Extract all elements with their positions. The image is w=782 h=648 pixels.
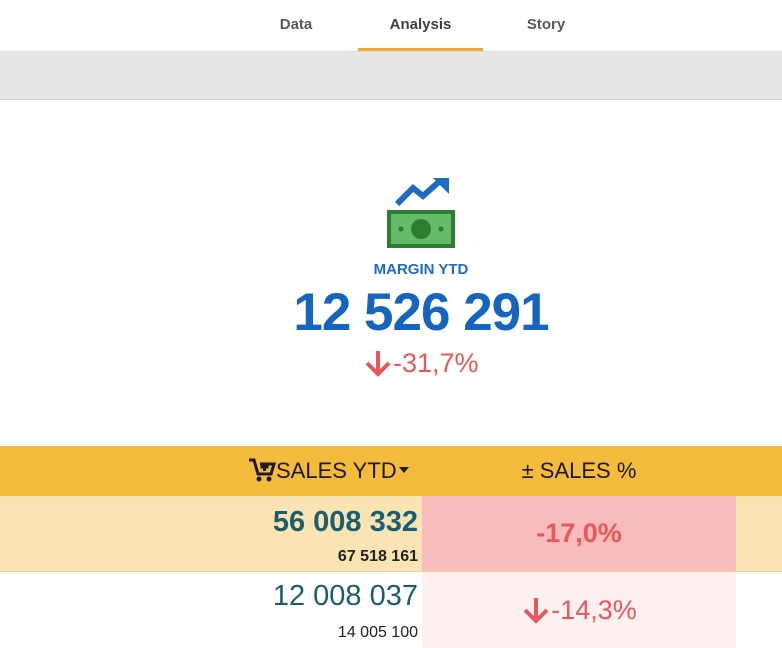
cart-icon xyxy=(249,458,277,482)
tab-data[interactable]: Data xyxy=(258,0,334,51)
sales-pct-value: -17,0% xyxy=(536,518,622,548)
header-sales-label: SALES YTD xyxy=(276,458,397,483)
sales-pct-cell: -17,0% xyxy=(422,496,736,571)
sales-pct-cell: -14,3% xyxy=(422,572,736,648)
toolbar-strip xyxy=(0,52,782,100)
sales-value: 56 008 332 xyxy=(272,506,418,538)
top-tab-bar: Data Analysis Story xyxy=(0,0,782,52)
kpi-delta-text: -31,7% xyxy=(393,348,479,378)
arrow-down-icon xyxy=(523,597,549,624)
money-growth-icon xyxy=(387,177,455,248)
arrow-down-icon xyxy=(365,350,391,377)
table-row[interactable]: 12 008 037 14 005 100 -14,3% xyxy=(0,572,782,648)
tab-analysis[interactable]: Analysis xyxy=(358,0,483,51)
sales-value: 12 008 037 xyxy=(272,580,418,612)
kpi-title: MARGIN YTD xyxy=(373,261,469,278)
sales-prev-value: 67 518 161 xyxy=(337,548,418,565)
sales-pct-value: -14,3% xyxy=(521,595,637,625)
sales-prev-value: 14 005 100 xyxy=(337,624,418,641)
header-sales-pct[interactable]: ± SALES % xyxy=(422,446,736,496)
sales-pct-text: -14,3% xyxy=(551,595,637,625)
kpi-delta: -31,7% xyxy=(363,348,479,384)
table-header: SALES YTD ± SALES % xyxy=(0,446,782,496)
kpi-value: 12 526 291 xyxy=(293,283,549,342)
tab-story[interactable]: Story xyxy=(506,0,586,51)
table-row[interactable]: 56 008 332 67 518 161 -17,0% xyxy=(0,496,782,572)
header-sales-ytd[interactable]: SALES YTD xyxy=(248,446,411,496)
sort-desc-icon[interactable] xyxy=(397,465,411,475)
